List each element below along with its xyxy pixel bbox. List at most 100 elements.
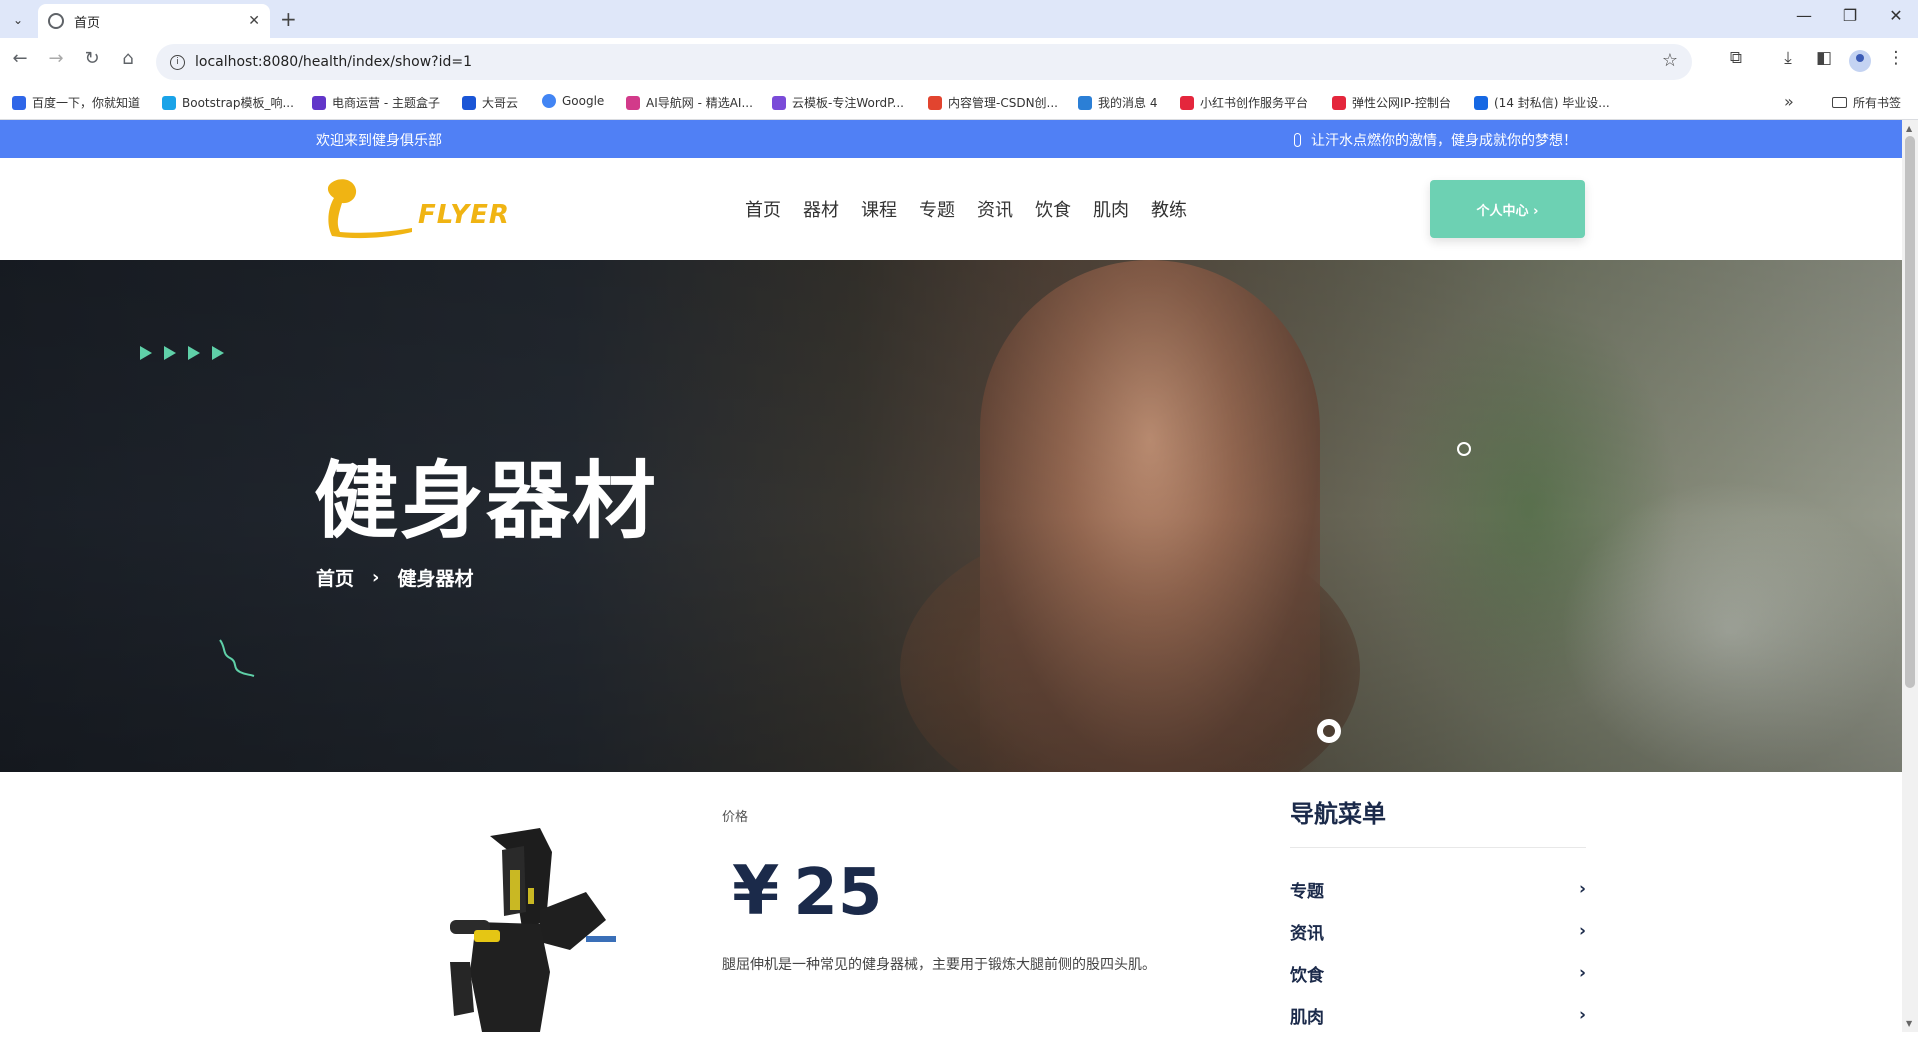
bookmark-star-icon[interactable]: ☆	[1662, 50, 1678, 71]
bookmark-item[interactable]: 电商运营 - 主题盒子	[312, 94, 440, 111]
sidebar-title: 导航菜单	[1290, 794, 1586, 848]
page-title: 健身器材	[314, 452, 659, 550]
restore-button[interactable]: ❐	[1830, 6, 1870, 25]
bookmark-favicon	[626, 95, 640, 110]
scroll-up-icon[interactable]: ▲	[1906, 124, 1912, 133]
breadcrumb-home[interactable]: 首页	[316, 564, 354, 591]
welcome-text: 欢迎来到健身俱乐部	[316, 133, 442, 149]
browser-tab-strip: ⌄ 首页 ✕ + — ❐ ✕	[0, 0, 1918, 38]
nav-muscle[interactable]: 肌肉	[1093, 196, 1129, 222]
all-bookmarks-button[interactable]: 所有书签	[1832, 94, 1901, 111]
chevron-right-icon: ›	[1578, 1005, 1586, 1025]
ring-decoration-icon	[1317, 719, 1341, 743]
bookmark-favicon	[1332, 95, 1346, 110]
google-icon	[542, 94, 556, 108]
nav-diet[interactable]: 饮食	[1035, 196, 1071, 222]
breadcrumb: 首页 › 健身器材	[316, 564, 473, 591]
leg-extension-machine-image	[450, 828, 616, 1032]
slogan-text: 让汗水点燃你的激情，健身成就你的梦想！	[1311, 133, 1577, 149]
address-bar[interactable]: i localhost:8080/health/index/show?id=1 …	[156, 44, 1692, 80]
reload-icon[interactable]: ↻	[78, 48, 106, 69]
sidebar-item-news[interactable]: 资讯 ›	[1290, 910, 1586, 952]
bookmark-favicon	[312, 95, 326, 110]
product-section: 价格 ¥ 25 腿屈伸机是一种常见的健身器械，主要用于锻炼大腿前侧的股四头肌。 …	[0, 772, 1902, 1032]
site-info-icon[interactable]: i	[170, 54, 185, 70]
sidebar-item-topics[interactable]: 专题 ›	[1290, 868, 1586, 910]
bookmark-favicon	[162, 95, 176, 110]
logo-text: FLYER	[418, 200, 510, 230]
sidebar-item-diet[interactable]: 饮食 ›	[1290, 952, 1586, 994]
bookmark-item[interactable]: 我的消息 4	[1078, 94, 1157, 111]
bookmark-item[interactable]: Bootstrap模板_响...	[162, 94, 294, 111]
globe-icon	[48, 13, 64, 29]
squiggle-decoration-icon	[219, 639, 255, 677]
main-nav: 首页 器材 课程 专题 资讯 饮食 肌肉 教练	[745, 196, 1187, 222]
bookmark-item[interactable]: 百度一下，你就知道	[12, 94, 140, 111]
sidebar-item-label: 资讯	[1290, 923, 1324, 944]
nav-home[interactable]: 首页	[745, 196, 781, 222]
close-window-button[interactable]: ✕	[1876, 6, 1916, 25]
close-tab-icon[interactable]: ✕	[248, 13, 260, 29]
user-center-button[interactable]: 个人中心 ›	[1430, 180, 1585, 238]
bookmark-item[interactable]: Google	[542, 94, 604, 108]
product-description: 腿屈伸机是一种常见的健身器械，主要用于锻炼大腿前侧的股四头肌。	[722, 957, 1156, 973]
bookmark-item[interactable]: AI导航网 - 精选AI...	[626, 94, 753, 111]
nav-equipment[interactable]: 器材	[803, 196, 839, 222]
scrollbar-thumb[interactable]	[1905, 136, 1915, 688]
bookmark-favicon	[928, 95, 942, 110]
hero-banner: 健身器材 首页 › 健身器材	[0, 260, 1902, 772]
menu-kebab-icon[interactable]: ⋮	[1882, 48, 1910, 68]
home-icon[interactable]: ⌂	[114, 48, 142, 69]
sidebar-item-label: 专题	[1290, 881, 1324, 902]
nav-topics[interactable]: 专题	[919, 196, 955, 222]
new-tab-button[interactable]: +	[280, 7, 297, 31]
page-viewport: 欢迎来到健身俱乐部 让汗水点燃你的激情，健身成就你的梦想！ FLYER 首页 器…	[0, 120, 1902, 1032]
breadcrumb-current: 健身器材	[397, 568, 474, 590]
chevron-right-icon: ›	[1578, 921, 1586, 941]
site-logo[interactable]: FLYER	[316, 176, 509, 240]
thermometer-icon	[1294, 133, 1301, 147]
extensions-icon[interactable]: ⧉	[1722, 48, 1750, 68]
download-icon[interactable]: ⤓	[1774, 48, 1802, 68]
arrow-decoration-icon	[140, 346, 232, 360]
bookmark-item[interactable]: 弹性公网IP-控制台	[1332, 94, 1451, 111]
bookmark-item[interactable]: (14 封私信) 毕业设...	[1474, 94, 1610, 111]
bookmark-item[interactable]: 云模板-专注WordP...	[772, 94, 904, 111]
sidebar-item-muscle[interactable]: 肌肉 ›	[1290, 994, 1586, 1032]
back-icon[interactable]: ←	[6, 48, 34, 69]
bookmark-favicon	[1180, 95, 1194, 110]
nav-coach[interactable]: 教练	[1151, 196, 1187, 222]
price-value: ¥ 25	[732, 852, 882, 931]
site-header: FLYER 首页 器材 课程 专题 资讯 饮食 肌肉 教练 个人中心 ›	[0, 158, 1902, 260]
bookmark-favicon	[1474, 95, 1488, 110]
scroll-down-icon[interactable]: ▼	[1906, 1019, 1912, 1028]
bookmark-favicon	[462, 95, 476, 110]
forward-icon[interactable]: →	[42, 48, 70, 69]
currency-symbol: ¥	[732, 852, 780, 931]
sidebar-item-label: 肌肉	[1290, 1007, 1324, 1028]
bookmark-favicon	[772, 95, 786, 110]
slogan: 让汗水点燃你的激情，健身成就你的梦想！	[1294, 130, 1577, 150]
bookmark-item[interactable]: 大哥云	[462, 94, 518, 111]
page-scrollbar[interactable]: ▲ ▼	[1902, 120, 1918, 1032]
url-text: localhost:8080/health/index/show?id=1	[195, 54, 472, 70]
bookmark-item[interactable]: 小红书创作服务平台	[1180, 94, 1308, 111]
sidebar-nav: 导航菜单 专题 › 资讯 › 饮食 › 肌肉 ›	[1290, 794, 1586, 1032]
tab-title: 首页	[74, 15, 101, 31]
browser-tab[interactable]: 首页 ✕	[38, 4, 270, 38]
side-panel-icon[interactable]: ◧	[1810, 48, 1838, 68]
chevron-right-icon: ›	[1578, 879, 1586, 899]
tab-search-button[interactable]: ⌄	[6, 8, 30, 32]
chevron-right-icon: ›	[1578, 963, 1586, 983]
chevron-right-icon: ›	[372, 567, 380, 588]
bookmarks-bar: 百度一下，你就知道 Bootstrap模板_响... 电商运营 - 主题盒子 大…	[0, 86, 1918, 120]
more-bookmarks-icon[interactable]: »	[1784, 92, 1794, 111]
minimize-button[interactable]: —	[1784, 6, 1824, 25]
nav-courses[interactable]: 课程	[861, 196, 897, 222]
bookmark-favicon	[1078, 95, 1092, 110]
browser-toolbar: ← → ↻ ⌂ i localhost:8080/health/index/sh…	[0, 38, 1918, 86]
profile-avatar-icon[interactable]	[1849, 50, 1871, 72]
hero-overlay	[0, 260, 1902, 772]
nav-news[interactable]: 资讯	[977, 196, 1013, 222]
bookmark-item[interactable]: 内容管理-CSDN创...	[928, 94, 1058, 111]
